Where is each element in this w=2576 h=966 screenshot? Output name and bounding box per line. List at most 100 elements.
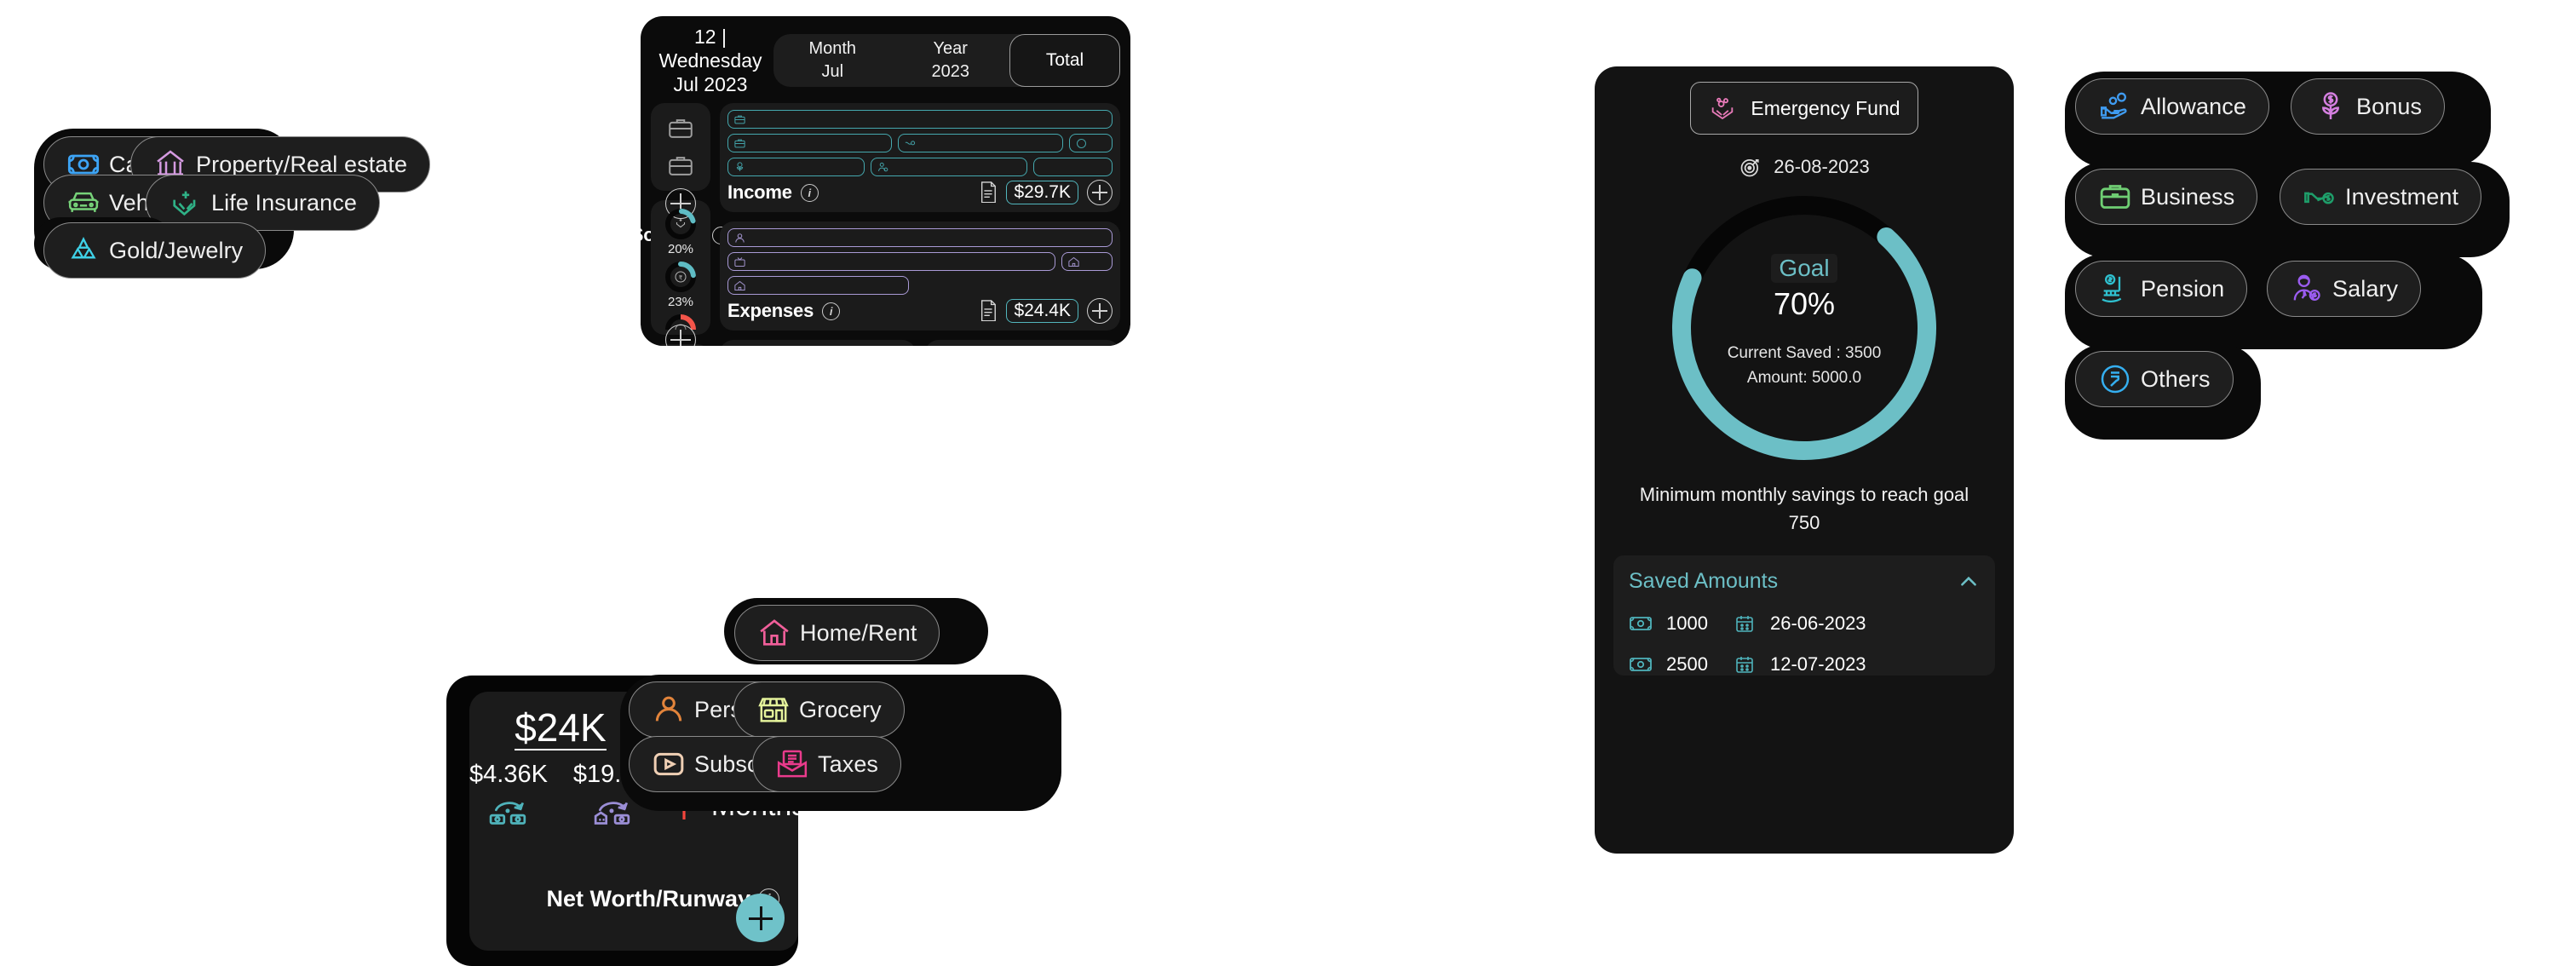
target-date-row: 26-08-2023: [1595, 155, 2014, 179]
liabilities-card: $31K Liabilities i: [924, 340, 1120, 346]
salary-person-icon: [877, 161, 889, 174]
insurance-hands-icon: [169, 186, 203, 220]
income-pill-label: Allowance: [2141, 93, 2246, 119]
date-day: 12 |: [694, 26, 727, 48]
tax-envelope-icon: [775, 747, 809, 781]
expense-slot[interactable]: [727, 276, 909, 296]
income-slot[interactable]: [727, 110, 1113, 129]
income-pill-business[interactable]: Business: [2075, 169, 2258, 225]
saved-amount-value: 1000: [1666, 612, 1708, 634]
info-icon[interactable]: i: [822, 302, 841, 320]
saved-amount-value: 2500: [1666, 653, 1708, 675]
expense-slot[interactable]: [1061, 252, 1113, 272]
salary-person-icon: [2290, 272, 2324, 306]
income-pill-salary[interactable]: Salary: [2267, 261, 2422, 317]
expense-slot[interactable]: [727, 252, 1056, 272]
saved-amounts-label: Saved Amounts: [1629, 569, 1779, 593]
saved-amount-date: 12-07-2023: [1770, 653, 1866, 675]
income-pill-pension[interactable]: Pension: [2075, 261, 2248, 317]
period-selector: Month Jul Year 2023 Total: [773, 34, 1120, 88]
assets-card: $55K Assets i: [720, 340, 916, 346]
fund-name-chip[interactable]: Emergency Fund: [1690, 82, 1918, 135]
cash-icon: [1629, 654, 1653, 675]
expense-pill-label: Taxes: [818, 750, 879, 777]
min-savings-value: 750: [1788, 512, 1820, 533]
current-date: 12 | Wednesday Jul 2023: [651, 25, 770, 96]
min-savings-label: Minimum monthly savings to reach goal: [1639, 484, 1969, 505]
expense-row: [727, 276, 1113, 296]
add-entry-fab[interactable]: [736, 894, 785, 942]
goal-amount: Amount: 5000.0: [1746, 369, 1862, 388]
assets-liabilities-row: $55K Assets i $31K: [720, 340, 1120, 346]
income-slot[interactable]: [1033, 158, 1113, 177]
cash-icon: [1629, 613, 1653, 634]
income-row: [727, 134, 1113, 153]
goals-card: 20% ₹ 23% Goals i: [651, 200, 710, 346]
segment-month-value: Jul: [821, 62, 844, 82]
income-pill-allowance[interactable]: Allowance: [2075, 78, 2269, 135]
hand-coin-icon: [904, 137, 917, 150]
saved-amounts-box: Saved Amounts 1000 26-06-2023 2500 12-07…: [1613, 555, 1995, 676]
income-footer: Income i $29.7K: [727, 180, 1113, 206]
income-slot[interactable]: [870, 158, 1028, 177]
add-expense-button[interactable]: [1087, 298, 1113, 325]
net-worth-left-value: $4.36K: [469, 761, 548, 789]
home-icon: [757, 616, 791, 650]
rupee-coin-icon: [1075, 137, 1088, 150]
money-plant-icon: [733, 161, 746, 174]
current-saved: Current Saved : 3500: [1727, 344, 1882, 362]
saved-amount-row: 2500 12-07-2023: [1629, 653, 1980, 676]
income-pill-others[interactable]: Others: [2075, 351, 2234, 407]
income-report-icon[interactable]: [979, 181, 998, 204]
income-pill-investment[interactable]: Investment: [2280, 169, 2482, 225]
asset-pill-label: Property/Real estate: [196, 151, 408, 177]
segment-month-label: Month: [808, 39, 857, 59]
date-monthyear: Jul 2023: [673, 73, 748, 96]
rocking-chair-icon: [2098, 272, 2132, 306]
saved-amounts-header[interactable]: Saved Amounts: [1629, 569, 1980, 594]
add-income-button[interactable]: [1087, 180, 1113, 206]
phone-body: Sources i 20% ₹ 23% Goals: [641, 103, 1130, 346]
expenses-amount[interactable]: $24.4K: [1006, 299, 1078, 324]
segment-year[interactable]: Year 2023: [892, 37, 1010, 83]
expense-slot[interactable]: [727, 228, 1113, 248]
goal-label: Goal: [1771, 254, 1837, 283]
briefcase-icon: [2098, 180, 2132, 214]
savings-hands-icon: [1708, 94, 1737, 123]
expenses-report-icon[interactable]: [979, 299, 998, 323]
chevron-up-icon[interactable]: [1958, 571, 1980, 593]
income-slot[interactable]: [727, 134, 893, 153]
info-icon[interactable]: i: [800, 183, 819, 202]
income-amount[interactable]: $29.7K: [1006, 181, 1078, 205]
person-icon: [652, 693, 686, 727]
segment-month[interactable]: Month Jul: [773, 37, 892, 83]
income-slot[interactable]: [727, 158, 865, 177]
income-slot[interactable]: [1068, 134, 1113, 153]
expense-pill-grocery[interactable]: Grocery: [733, 681, 905, 738]
income-pill-label: Bonus: [2356, 93, 2423, 119]
total-button[interactable]: Total: [1009, 34, 1120, 88]
expense-pill-home-rent[interactable]: Home/Rent: [734, 605, 940, 661]
expense-pill-taxes[interactable]: Taxes: [752, 736, 902, 792]
briefcase-icon: [666, 114, 695, 143]
income-pill-label: Business: [2141, 183, 2235, 210]
donut-center-text: Goal 70% Current Saved : 3500 Amount: 50…: [1651, 254, 1958, 391]
play-button-icon: [652, 747, 686, 781]
goal-percent: 70%: [1773, 286, 1836, 321]
target-icon: [1739, 155, 1762, 179]
expense-pill-label: Home/Rent: [800, 619, 917, 646]
segment-year-label: Year: [933, 39, 968, 59]
income-pill-bonus[interactable]: Bonus: [2291, 78, 2446, 135]
tv-icon: [733, 256, 746, 268]
net-worth-total: $24K: [515, 705, 607, 751]
property-transfer-icon: [593, 794, 632, 828]
goal-progress-donut: Goal 70% Current Saved : 3500 Amount: 50…: [1651, 187, 1958, 469]
briefcase-icon: [666, 152, 695, 181]
income-slot[interactable]: [898, 134, 1063, 153]
hand-coin-icon: [2303, 180, 2337, 214]
income-card: Income i $29.7K: [720, 103, 1120, 213]
svg-text:₹: ₹: [679, 274, 683, 281]
asset-pill-gold-jewelry[interactable]: Gold/Jewelry: [43, 222, 267, 279]
gold-bars-icon: [66, 233, 101, 267]
fund-name-label: Emergency Fund: [1751, 96, 1900, 119]
